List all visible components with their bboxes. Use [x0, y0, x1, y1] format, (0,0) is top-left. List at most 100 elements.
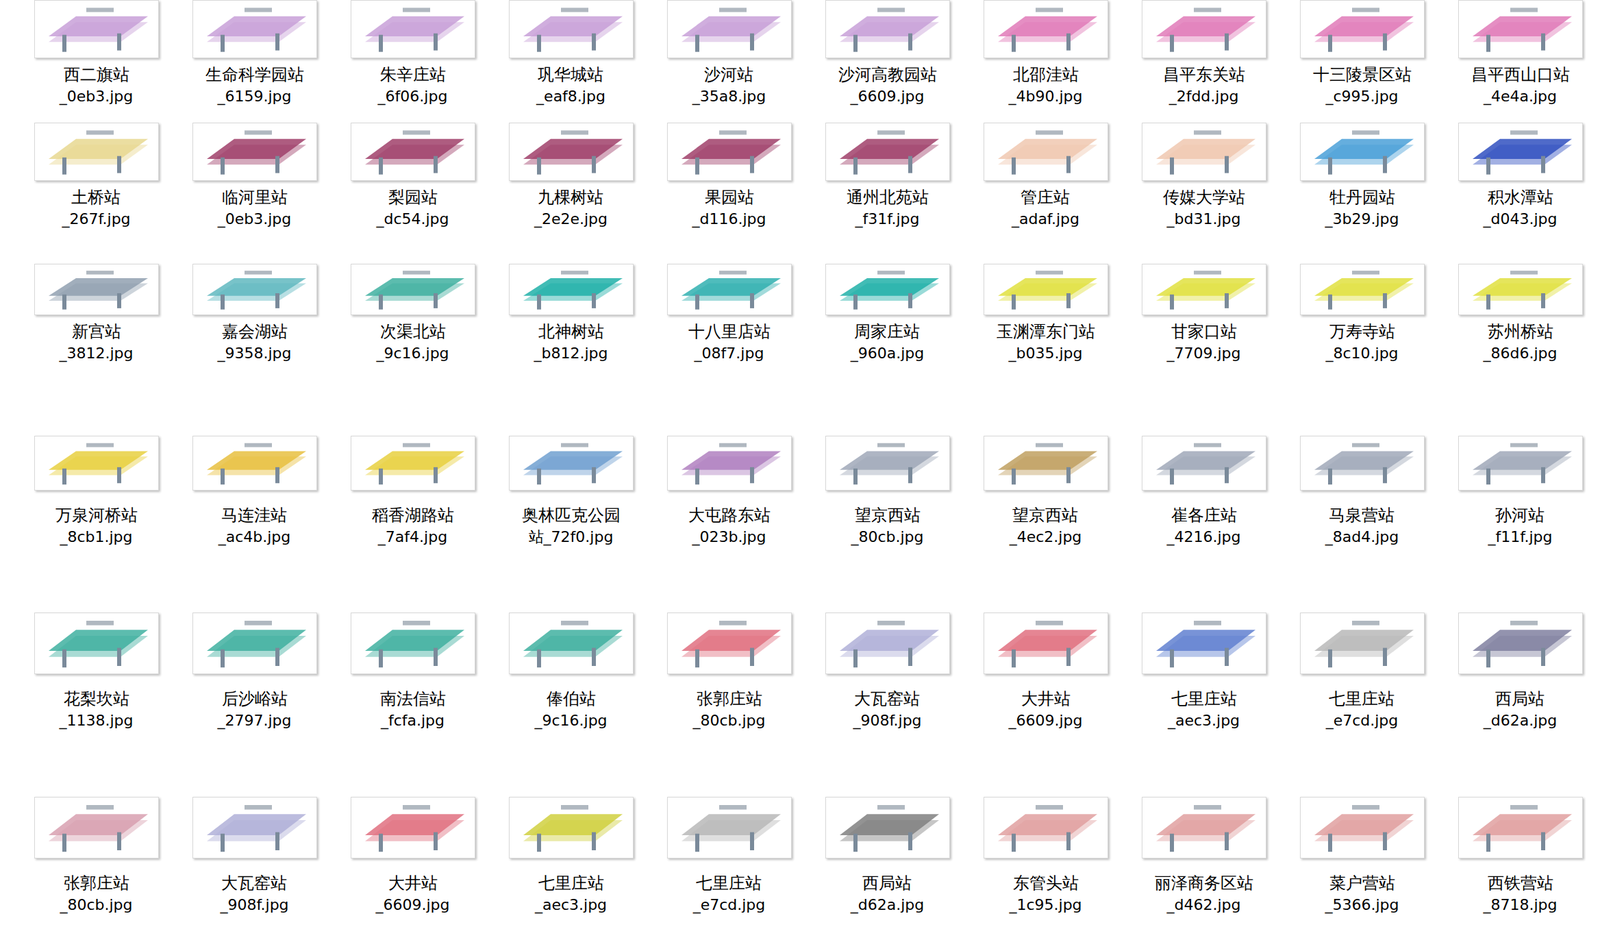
thumbnail-area	[175, 574, 334, 688]
file-item[interactable]: 西局站_d62a.jpg	[808, 758, 967, 916]
thumbnail	[1141, 796, 1267, 859]
thumbnail	[34, 122, 159, 181]
station-map-icon	[34, 436, 159, 490]
file-item[interactable]: 北神树站_b812.jpg	[491, 256, 650, 392]
file-item[interactable]: 大瓦窑站_908f.jpg	[808, 574, 967, 759]
file-item[interactable]: 新宫站_3812.jpg	[17, 256, 176, 392]
file-item[interactable]: 菜户营站_5366.jpg	[1282, 758, 1442, 916]
file-item[interactable]: 望京西站_80cb.jpg	[808, 391, 967, 575]
file-item[interactable]: 梨园站_dc54.jpg	[333, 122, 492, 257]
thumbnail	[192, 0, 318, 59]
file-item[interactable]: 西二旗站_0eb3.jpg	[17, 0, 176, 123]
thumbnail-area	[491, 574, 650, 688]
file-row: 西二旗站_0eb3.jpg生命科学园站_6159.jpg朱辛庄站_6f06.jp…	[17, 0, 1600, 123]
thumbnail-area	[491, 758, 650, 872]
station-map-icon	[1142, 797, 1266, 858]
file-label: 七里庄站_e7cd.jpg	[1326, 687, 1399, 732]
file-item[interactable]: 牡丹园站_3b29.jpg	[1282, 122, 1442, 257]
thumbnail	[1300, 435, 1425, 491]
file-item[interactable]: 昌平西山口站_4e4a.jpg	[1441, 0, 1600, 123]
thumbnail	[192, 263, 318, 316]
thumbnail	[1141, 612, 1267, 674]
station-map-icon	[509, 613, 633, 674]
file-item[interactable]: 奥林匹克公园站_72f0.jpg	[491, 391, 650, 575]
file-item[interactable]: 玉渊潭东门站_b035.jpg	[966, 256, 1125, 392]
file-item[interactable]: 万泉河桥站_8cb1.jpg	[17, 391, 176, 575]
file-item[interactable]: 沙河高教园站_6609.jpg	[808, 0, 967, 123]
file-item[interactable]: 嘉会湖站_9358.jpg	[175, 256, 334, 392]
file-item[interactable]: 大屯路东站_023b.jpg	[650, 391, 809, 575]
file-label: 积水潭站_d043.jpg	[1483, 186, 1558, 231]
file-item[interactable]: 次渠北站_9c16.jpg	[333, 256, 492, 392]
file-item[interactable]: 周家庄站_960a.jpg	[808, 256, 967, 392]
file-label: 望京西站_4ec2.jpg	[1009, 504, 1083, 548]
thumbnail	[34, 796, 159, 859]
file-label: 七里庄站_aec3.jpg	[1167, 687, 1240, 732]
thumbnail-area	[1124, 122, 1283, 187]
file-label: 昌平东关站_2fdd.jpg	[1163, 63, 1246, 108]
station-map-icon	[667, 0, 792, 58]
station-map-icon	[193, 123, 317, 181]
station-map-icon	[667, 797, 792, 858]
file-item[interactable]: 巩华城站_eaf8.jpg	[491, 0, 650, 123]
thumbnail-area	[808, 758, 967, 872]
file-item[interactable]: 张郭庄站_80cb.jpg	[650, 574, 809, 759]
file-item[interactable]: 丽泽商务区站_d462.jpg	[1124, 758, 1283, 916]
thumbnail-area	[1282, 391, 1442, 505]
file-item[interactable]: 土桥站_267f.jpg	[17, 122, 176, 257]
thumbnail	[508, 612, 634, 674]
file-label: 嘉会湖站_9358.jpg	[217, 320, 292, 365]
thumbnail-area	[966, 758, 1125, 872]
file-item[interactable]: 张郭庄站_80cb.jpg	[17, 758, 176, 916]
thumbnail-area	[17, 758, 176, 872]
file-item[interactable]: 昌平东关站_2fdd.jpg	[1124, 0, 1283, 123]
file-label: 西局站_d62a.jpg	[850, 871, 924, 916]
thumbnail-area	[1441, 256, 1600, 321]
file-item[interactable]: 甘家口站_7709.jpg	[1124, 256, 1283, 392]
file-item[interactable]: 果园站_d116.jpg	[650, 122, 809, 257]
file-item[interactable]: 沙河站_35a8.jpg	[650, 0, 809, 123]
file-item[interactable]: 崔各庄站_4216.jpg	[1124, 391, 1283, 575]
file-item[interactable]: 通州北苑站_f31f.jpg	[808, 122, 967, 257]
file-item[interactable]: 马泉营站_8ad4.jpg	[1282, 391, 1442, 575]
file-label: 十八里店站_08f7.jpg	[688, 320, 771, 365]
station-map-icon	[826, 613, 950, 674]
file-item[interactable]: 管庄站_adaf.jpg	[966, 122, 1125, 257]
file-label: 南法信站_fcfa.jpg	[380, 687, 446, 732]
file-item[interactable]: 万寿寺站_8c10.jpg	[1282, 256, 1442, 392]
file-item[interactable]: 南法信站_fcfa.jpg	[333, 574, 492, 759]
file-label: 大井站_6609.jpg	[1008, 687, 1083, 732]
file-item[interactable]: 花梨坎站_1138.jpg	[17, 574, 176, 759]
file-item[interactable]: 望京西站_4ec2.jpg	[966, 391, 1125, 575]
file-item[interactable]: 大井站_6609.jpg	[966, 574, 1125, 759]
file-item[interactable]: 九棵树站_2e2e.jpg	[491, 122, 650, 257]
file-item[interactable]: 十三陵景区站_c995.jpg	[1282, 0, 1442, 123]
file-item[interactable]: 西局站_d62a.jpg	[1441, 574, 1600, 759]
file-item[interactable]: 七里庄站_aec3.jpg	[1124, 574, 1283, 759]
thumbnail-area	[1282, 256, 1442, 321]
file-item[interactable]: 孙河站_f11f.jpg	[1441, 391, 1600, 575]
file-item[interactable]: 朱辛庄站_6f06.jpg	[333, 0, 492, 123]
file-item[interactable]: 十八里店站_08f7.jpg	[650, 256, 809, 392]
file-item[interactable]: 东管头站_1c95.jpg	[966, 758, 1125, 916]
file-item[interactable]: 生命科学园站_6159.jpg	[175, 0, 334, 123]
station-map-icon	[1458, 613, 1583, 674]
file-item[interactable]: 积水潭站_d043.jpg	[1441, 122, 1600, 257]
file-item[interactable]: 临河里站_0eb3.jpg	[175, 122, 334, 257]
thumbnail-area	[808, 122, 967, 187]
file-item[interactable]: 稻香湖路站_7af4.jpg	[333, 391, 492, 575]
station-map-icon	[193, 613, 317, 674]
file-item[interactable]: 七里庄站_aec3.jpg	[491, 758, 650, 916]
file-item[interactable]: 七里庄站_e7cd.jpg	[1282, 574, 1442, 759]
thumbnail-area	[650, 391, 809, 505]
file-item[interactable]: 七里庄站_e7cd.jpg	[650, 758, 809, 916]
file-item[interactable]: 大井站_6609.jpg	[333, 758, 492, 916]
file-item[interactable]: 马连洼站_ac4b.jpg	[175, 391, 334, 575]
file-item[interactable]: 传媒大学站_bd31.jpg	[1124, 122, 1283, 257]
file-item[interactable]: 俸伯站_9c16.jpg	[491, 574, 650, 759]
file-item[interactable]: 北邵洼站_4b90.jpg	[966, 0, 1125, 123]
file-item[interactable]: 大瓦窑站_908f.jpg	[175, 758, 334, 916]
file-item[interactable]: 西铁营站_8718.jpg	[1441, 758, 1600, 916]
file-item[interactable]: 后沙峪站_2797.jpg	[175, 574, 334, 759]
file-item[interactable]: 苏州桥站_86d6.jpg	[1441, 256, 1600, 392]
